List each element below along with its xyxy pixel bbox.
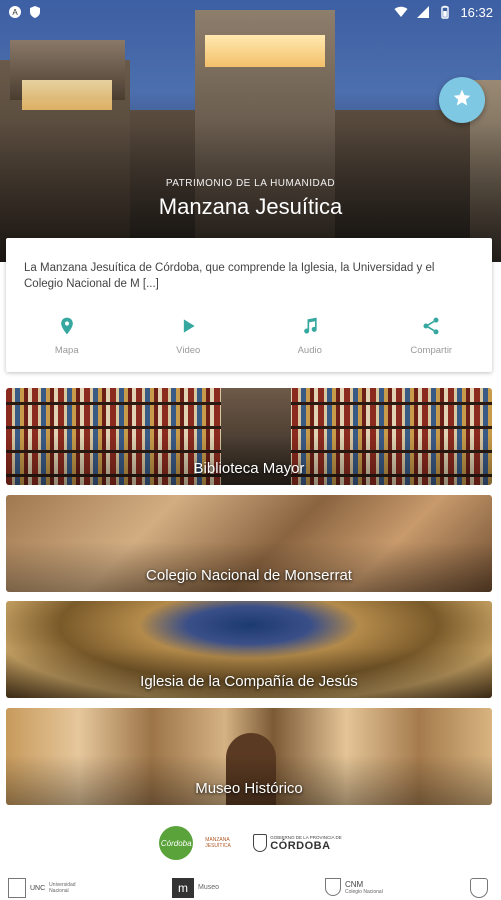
hero-image [0, 0, 501, 262]
audio-button[interactable]: Audio [260, 316, 360, 356]
sponsor-logos-row: Córdoba MANZANA JESUÍTICA GOBIERNO DE LA… [0, 826, 501, 860]
place-title: Biblioteca Mayor [193, 460, 305, 477]
clock: 16:32 [460, 4, 493, 20]
music-note-icon [300, 316, 320, 341]
cnm-subtext: Colegio Nacional [345, 888, 383, 895]
info-card: La Manzana Jesuítica de Córdoba, que com… [6, 238, 492, 372]
share-icon [421, 316, 441, 341]
shield-crest-icon [470, 878, 488, 898]
crest-logo [470, 878, 488, 898]
cnm-crest-icon [325, 878, 341, 896]
favorite-button[interactable] [439, 77, 485, 123]
star-icon [452, 88, 472, 113]
museo-logo: m Museo [172, 878, 219, 898]
crest-icon [253, 834, 268, 852]
institution-logos-row: UNC Universidad Nacional m Museo CNM Col… [0, 878, 501, 900]
description-text[interactable]: La Manzana Jesuítica de Córdoba, que com… [24, 260, 474, 292]
status-bar: A 16:32 [0, 0, 501, 24]
unc-logo: UNC Universidad Nacional [8, 878, 79, 898]
shield-icon [28, 5, 42, 19]
share-label: Compartir [410, 345, 453, 356]
map-pin-icon [57, 316, 77, 341]
action-bar: Mapa Video Audio Compartir [6, 316, 492, 356]
museo-text: Museo [198, 884, 220, 891]
svg-text:A: A [12, 8, 18, 17]
battery-icon [438, 5, 452, 19]
map-label: Mapa [54, 345, 79, 356]
video-label: Video [176, 345, 201, 356]
unc-subtext: Universidad Nacional [49, 882, 76, 894]
unc-text: UNC [30, 884, 46, 892]
place-tile-colegio-monserrat[interactable]: Colegio Nacional de Monserrat [6, 495, 492, 592]
wifi-icon [394, 5, 408, 19]
cnm-logo: CNM Colegio Nacional [325, 878, 383, 896]
gobierno-cordoba-logo: GOBIERNO DE LA PROVINCIA DE CÓRDOBA [253, 834, 342, 852]
place-tile-iglesia-compania[interactable]: Iglesia de la Compañía de Jesús [6, 601, 492, 698]
signal-icon [416, 5, 430, 19]
page-title: Manzana Jesuítica [158, 194, 343, 219]
place-title: Colegio Nacional de Monserrat [146, 567, 352, 584]
map-button[interactable]: Mapa [17, 316, 117, 356]
cordoba-logo: Córdoba [159, 826, 194, 860]
unc-crest-icon [8, 878, 26, 898]
gov-big-text: CÓRDOBA [270, 839, 331, 852]
place-title: Museo Histórico [195, 780, 303, 797]
audio-label: Audio [297, 345, 322, 356]
place-title: Iglesia de la Compañía de Jesús [140, 673, 358, 690]
cnm-text: CNM [345, 879, 364, 889]
share-button[interactable]: Compartir [381, 316, 481, 356]
notification-a-icon: A [8, 5, 22, 19]
play-icon [178, 316, 198, 341]
place-tile-museo-historico[interactable]: Museo Histórico [6, 708, 492, 805]
video-button[interactable]: Video [138, 316, 238, 356]
manzana-logo-text: MANZANA JESUÍTICA [205, 837, 231, 849]
museo-m-icon: m [172, 878, 194, 898]
place-tile-biblioteca-mayor[interactable]: Biblioteca Mayor [6, 388, 492, 485]
hero-subtitle: PATRIMONIO DE LA HUMANIDAD [165, 178, 336, 189]
